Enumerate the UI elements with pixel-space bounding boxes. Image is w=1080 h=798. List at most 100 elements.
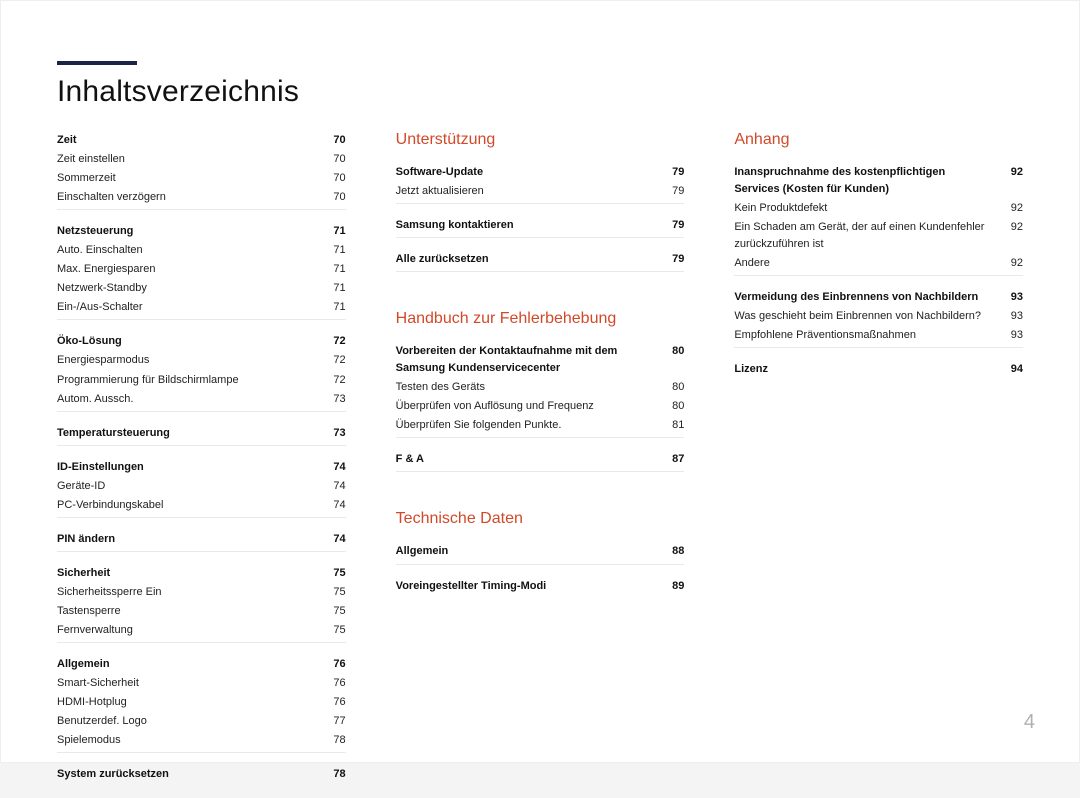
toc-entry[interactable]: PIN ändern74 [57, 530, 346, 549]
toc-entry-label: Alle zurücksetzen [396, 251, 661, 268]
toc-entry-label: PC-Verbindungskabel [57, 497, 322, 514]
toc-entry-label: Voreingestellter Timing-Modi [396, 578, 661, 595]
toc-entry-label: Sicherheit [57, 565, 322, 582]
toc-entry[interactable]: Sicherheit75 [57, 564, 346, 583]
toc-entry-label: Sommerzeit [57, 170, 322, 187]
toc-column-3: Anhang Inanspruchnahme des kostenpflichti… [734, 131, 1023, 798]
toc-entry[interactable]: Vermeidung des Einbrennens von Nachbilde… [734, 288, 1023, 307]
toc-entry[interactable]: Zeit einstellen70 [57, 150, 346, 169]
toc-entry-page: 80 [660, 379, 684, 396]
toc-entry[interactable]: Benutzerdef. Logo77 [57, 712, 346, 731]
toc-entry-page: 88 [660, 543, 684, 560]
toc-entry[interactable]: Was geschieht beim Einbrennen von Nachbi… [734, 307, 1023, 326]
toc-entry[interactable]: System zurücksetzen78 [57, 765, 346, 784]
toc-entry-page: 79 [660, 164, 684, 181]
toc-entry[interactable]: Überprüfen von Auflösung und Frequenz80 [396, 397, 685, 416]
toc-entry[interactable]: Voreingestellter Timing-Modi89 [396, 577, 685, 596]
toc-entry-page: 72 [322, 372, 346, 389]
toc-entry[interactable]: Ein-/Aus-Schalter71 [57, 298, 346, 317]
toc-entry-page: 74 [322, 478, 346, 495]
toc-entry-page: 73 [322, 391, 346, 408]
toc-entry[interactable]: Programmierung für Bildschirmlampe72 [57, 371, 346, 390]
toc-entry[interactable]: Auto. Einschalten71 [57, 241, 346, 260]
toc-entry[interactable]: ID-Einstellungen74 [57, 458, 346, 477]
toc-entry[interactable]: Autom. Aussch.73 [57, 390, 346, 409]
toc-entry[interactable]: Inanspruchnahme des kostenpflichtigen Se… [734, 163, 1023, 199]
toc-entry-label: ID-Einstellungen [57, 459, 322, 476]
toc-entry[interactable]: Alle zurücksetzen79 [396, 250, 685, 269]
toc-entry-label: Allgemein [396, 543, 661, 560]
toc-entry-label: Programmierung für Bildschirmlampe [57, 372, 322, 389]
toc-column-2: UnterstützungSoftware-Update79Jetzt aktu… [396, 131, 685, 798]
toc-group: ID-Einstellungen74Geräte-ID74PC-Verbindu… [57, 458, 346, 518]
toc-entry[interactable]: Energiesparmodus72 [57, 351, 346, 370]
toc-entry-page: 93 [999, 327, 1023, 344]
toc-entry-label: F & A [396, 451, 661, 468]
toc-group: Öko-Lösung72Energiesparmodus72Programmie… [57, 332, 346, 411]
toc-entry[interactable]: Andere92 [734, 254, 1023, 273]
toc-entry[interactable]: Testen des Geräts80 [396, 378, 685, 397]
page-title: Inhaltsverzeichnis [57, 75, 1023, 109]
toc-entry[interactable]: Kein Produktdefekt92 [734, 199, 1023, 218]
toc-entry[interactable]: Temperatursteuerung73 [57, 424, 346, 443]
toc-entry[interactable]: Software-Update79 [396, 163, 685, 182]
toc-entry-page: 94 [999, 361, 1023, 378]
toc-entry-label: Was geschieht beim Einbrennen von Nachbi… [734, 308, 999, 325]
toc-entry[interactable]: HDMI-Hotplug76 [57, 693, 346, 712]
toc-entry[interactable]: Lizenz94 [734, 360, 1023, 379]
toc-entry-page: 78 [322, 732, 346, 749]
toc-entry[interactable]: Max. Energiesparen71 [57, 260, 346, 279]
title-rule [57, 61, 137, 65]
toc-entry-label: Vermeidung des Einbrennens von Nachbilde… [734, 289, 999, 306]
toc-entry-page: 76 [322, 675, 346, 692]
toc-group: Sicherheit75Sicherheitssperre Ein75Taste… [57, 564, 346, 643]
manual-page: Inhaltsverzeichnis Zeit70Zeit einstellen… [0, 0, 1080, 763]
section-heading: Anhang [734, 131, 1023, 149]
toc-entry-label: Zeit [57, 132, 322, 149]
toc-entry[interactable]: Samsung kontaktieren79 [396, 216, 685, 235]
toc-entry[interactable]: Netzsteuerung71 [57, 222, 346, 241]
toc-entry[interactable]: Allgemein76 [57, 655, 346, 674]
toc-entry[interactable]: Sommerzeit70 [57, 169, 346, 188]
toc-entry-page: 71 [322, 242, 346, 259]
toc-group: Inanspruchnahme des kostenpflichtigen Se… [734, 163, 1023, 276]
toc-group: Zeit70Zeit einstellen70Sommerzeit70Einsc… [57, 131, 346, 210]
toc-entry[interactable]: Empfohlene Präventionsmaßnahmen93 [734, 326, 1023, 345]
toc-entry-page: 74 [322, 531, 346, 548]
toc-entry-label: Testen des Geräts [396, 379, 661, 396]
toc-entry[interactable]: Geräte-ID74 [57, 477, 346, 496]
toc-entry[interactable]: Ein Schaden am Gerät, der auf einen Kund… [734, 218, 1023, 254]
toc-entry[interactable]: Sicherheitssperre Ein75 [57, 583, 346, 602]
toc-entry[interactable]: Öko-Lösung72 [57, 332, 346, 351]
toc-entry-page: 79 [660, 217, 684, 234]
toc-entry-page: 70 [322, 189, 346, 206]
toc-entry-label: Jetzt aktualisieren [396, 183, 661, 200]
toc-entry[interactable]: PC-Verbindungskabel74 [57, 496, 346, 515]
section-heading: Handbuch zur Fehlerbehebung [396, 310, 685, 328]
toc-group: System zurücksetzen78 [57, 765, 346, 786]
toc-entry[interactable]: Einschalten verzögern70 [57, 188, 346, 207]
toc-entry-label: Lizenz [734, 361, 999, 378]
toc-entry[interactable]: Allgemein88 [396, 542, 685, 561]
toc-entry-page: 79 [660, 251, 684, 268]
toc-entry-label: Max. Energiesparen [57, 261, 322, 278]
toc-entry[interactable]: Fernverwaltung75 [57, 621, 346, 640]
toc-entry-page: 93 [999, 289, 1023, 306]
toc-entry[interactable]: Tastensperre75 [57, 602, 346, 621]
toc-entry[interactable]: F & A87 [396, 450, 685, 469]
toc-entry[interactable]: Netzwerk-Standby71 [57, 279, 346, 298]
toc-entry[interactable]: Smart-Sicherheit76 [57, 674, 346, 693]
toc-entry-label: Inanspruchnahme des kostenpflichtigen Se… [734, 164, 999, 198]
toc-entry[interactable]: Vorbereiten der Kontaktaufnahme mit dem … [396, 342, 685, 378]
toc-entry[interactable]: Zeit70 [57, 131, 346, 150]
toc-entry-label: Netzwerk-Standby [57, 280, 322, 297]
toc-entry-label: Öko-Lösung [57, 333, 322, 350]
toc-entry-label: PIN ändern [57, 531, 322, 548]
toc-entry-page: 92 [999, 255, 1023, 272]
toc-entry-label: Geräte-ID [57, 478, 322, 495]
toc-entry[interactable]: Jetzt aktualisieren79 [396, 182, 685, 201]
toc-entry-page: 79 [660, 183, 684, 200]
toc-entry-label: Energiesparmodus [57, 352, 322, 369]
toc-entry[interactable]: Überprüfen Sie folgenden Punkte.81 [396, 416, 685, 435]
toc-entry[interactable]: Spielemodus78 [57, 731, 346, 750]
